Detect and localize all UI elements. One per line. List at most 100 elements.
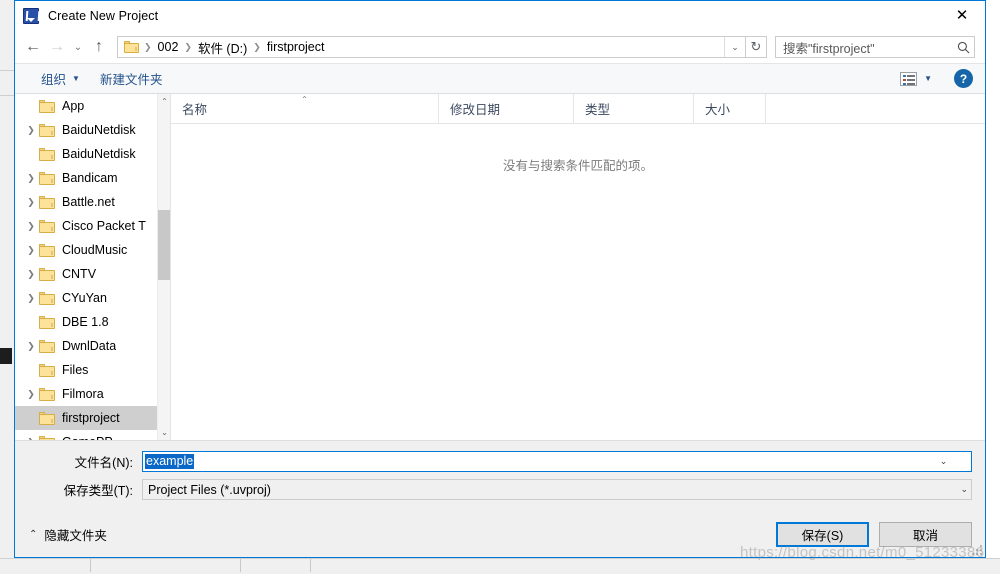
create-new-project-dialog: Create New Project ✕ ← → ⌄ ↑ ❯ 002 ❯ 软件 … [14,0,986,558]
organize-label: 组织 [41,73,67,87]
tree-item-files[interactable]: Files [15,358,157,382]
chevron-down-icon[interactable]: ⌄ [935,454,952,469]
breadcrumb-separator: ❯ [144,41,152,52]
breadcrumb-item-1[interactable]: 软件 (D:) [195,38,250,57]
chevron-right-icon[interactable]: ❯ [23,125,39,136]
breadcrumb-item-2[interactable]: firstproject [264,40,328,54]
chevron-right-icon[interactable]: ❯ [23,341,39,352]
column-header-size[interactable]: 大小 [694,94,766,123]
column-header: ⌃ 名称 修改日期 类型 大小 [171,94,985,124]
chevron-right-icon[interactable]: ❯ [23,221,39,232]
breadcrumb[interactable]: ❯ 002 ❯ 软件 (D:) ❯ firstproject [118,38,724,57]
new-folder-button[interactable]: 新建文件夹 [90,69,173,88]
tree-item-bandicam[interactable]: ❯ Bandicam [15,166,157,190]
tree-item-label: Files [62,363,89,377]
column-header-name[interactable]: ⌃ 名称 [171,94,439,123]
forward-button[interactable]: → [45,35,69,59]
up-button[interactable]: ↑ [87,35,111,59]
tree-item-baidunetdisk[interactable]: ❯ BaiduNetdisk [15,118,157,142]
tree-item-filmora[interactable]: ❯ Filmora [15,382,157,406]
filename-input[interactable]: example ⌄ [142,451,972,472]
chevron-down-icon[interactable]: ⌄ [724,37,745,57]
breadcrumb-bar[interactable]: ❯ 002 ❯ 软件 (D:) ❯ firstproject ⌄ [117,36,746,58]
back-button[interactable]: ← [21,35,45,59]
chevron-right-icon[interactable]: ❯ [23,437,39,441]
chevron-right-icon[interactable]: ❯ [23,173,39,184]
chevron-down-icon: ▼ [924,74,932,83]
filetype-row: 保存类型(T): Project Files (*.uvproj) ⌄ [15,479,985,500]
column-header-date[interactable]: 修改日期 [439,94,574,123]
background-taskbar-divider [240,559,241,572]
tree-item-dbe-1-8[interactable]: DBE 1.8 [15,310,157,334]
tree-item-dwnldata[interactable]: ❯ DwnlData [15,334,157,358]
navigation-pane-scrollbar[interactable]: ⌃ ⌄ [157,94,170,440]
recent-locations-button[interactable]: ⌄ [69,35,87,59]
folder-icon [39,363,55,377]
tree-item-label: CYuYan [62,291,107,305]
hide-folders-toggle[interactable]: ⌃ 隐藏文件夹 [29,525,107,544]
close-icon[interactable]: ✕ [939,1,985,30]
scroll-up-icon[interactable]: ⌃ [158,94,170,109]
chevron-right-icon[interactable]: ❯ [23,245,39,256]
tree-item-cyuyan[interactable]: ❯ CYuYan [15,286,157,310]
folder-icon [39,99,55,113]
tree-item-label: Filmora [62,387,104,401]
file-list: ⌃ 名称 修改日期 类型 大小 没有与搜索条件匹配的项。 [171,94,985,440]
command-bar: 组织 ▼ 新建文件夹 ▼ ? [15,63,985,94]
background-divider [0,70,14,71]
tree-item-label: CloudMusic [62,243,128,257]
filetype-select[interactable]: Project Files (*.uvproj) ⌄ [142,479,972,500]
tree-item-cloudmusic[interactable]: ❯ CloudMusic [15,238,157,262]
chevron-right-icon[interactable]: ❯ [23,269,39,280]
tree-item-battle-net[interactable]: ❯ Battle.net [15,190,157,214]
tree-item-app[interactable]: App [15,94,157,118]
folder-icon [39,435,55,440]
folder-icon [39,339,55,353]
tree-item-gamepp[interactable]: ❯ GamePP [15,430,157,440]
refresh-icon[interactable]: ↻ [746,36,767,58]
scrollbar-thumb[interactable] [158,210,170,280]
search-input[interactable]: 搜索"firstproject" [775,36,975,58]
search-icon[interactable] [952,41,974,54]
breadcrumb-separator: ❯ [253,41,261,52]
tree-item-label: GamePP [62,435,113,440]
tree-item-firstproject[interactable]: firstproject [15,406,157,430]
column-header-type[interactable]: 类型 [574,94,694,123]
column-label-type: 类型 [585,103,611,117]
column-header-filler [766,94,985,123]
view-mode-button[interactable]: ▼ [894,71,938,86]
organize-button[interactable]: 组织 ▼ [31,69,90,88]
tree-item-label: App [62,99,85,113]
search-placeholder: 搜索"firstproject" [783,41,875,56]
folder-icon [39,387,55,401]
help-icon[interactable]: ? [954,69,973,88]
background-taskbar-divider [90,559,91,572]
cancel-button[interactable]: 取消 [879,522,972,547]
tree-item-baidunetdisk[interactable]: BaiduNetdisk [15,142,157,166]
breadcrumb-item-0[interactable]: 002 [155,40,182,54]
chevron-down-icon[interactable]: ⌄ [960,484,968,495]
chevron-right-icon[interactable]: ❯ [23,197,39,208]
folder-icon [39,243,55,257]
chevron-right-icon[interactable]: ❯ [23,293,39,304]
background-window-tab [0,348,12,364]
folder-icon [39,219,55,233]
resize-grip[interactable] [970,543,982,555]
tree-item-cntv[interactable]: ❯ CNTV [15,262,157,286]
filename-value: example [145,454,195,469]
column-label-date: 修改日期 [450,103,501,117]
filename-row: 文件名(N): example ⌄ [15,451,985,472]
scroll-down-icon[interactable]: ⌄ [158,425,170,440]
folder-icon [39,411,55,425]
chevron-right-icon[interactable]: ❯ [23,389,39,400]
filetype-label: 保存类型(T): [63,484,133,498]
folder-icon [39,291,55,305]
folder-icon [39,123,55,137]
column-label-size: 大小 [705,103,731,117]
filename-label: 文件名(N): [74,456,133,470]
save-button[interactable]: 保存(S) [776,522,869,547]
tree-item-cisco-packet-t[interactable]: ❯ Cisco Packet T [15,214,157,238]
tree-item-label: DBE 1.8 [62,315,109,329]
folder-icon [39,267,55,281]
folder-icon [39,171,55,185]
